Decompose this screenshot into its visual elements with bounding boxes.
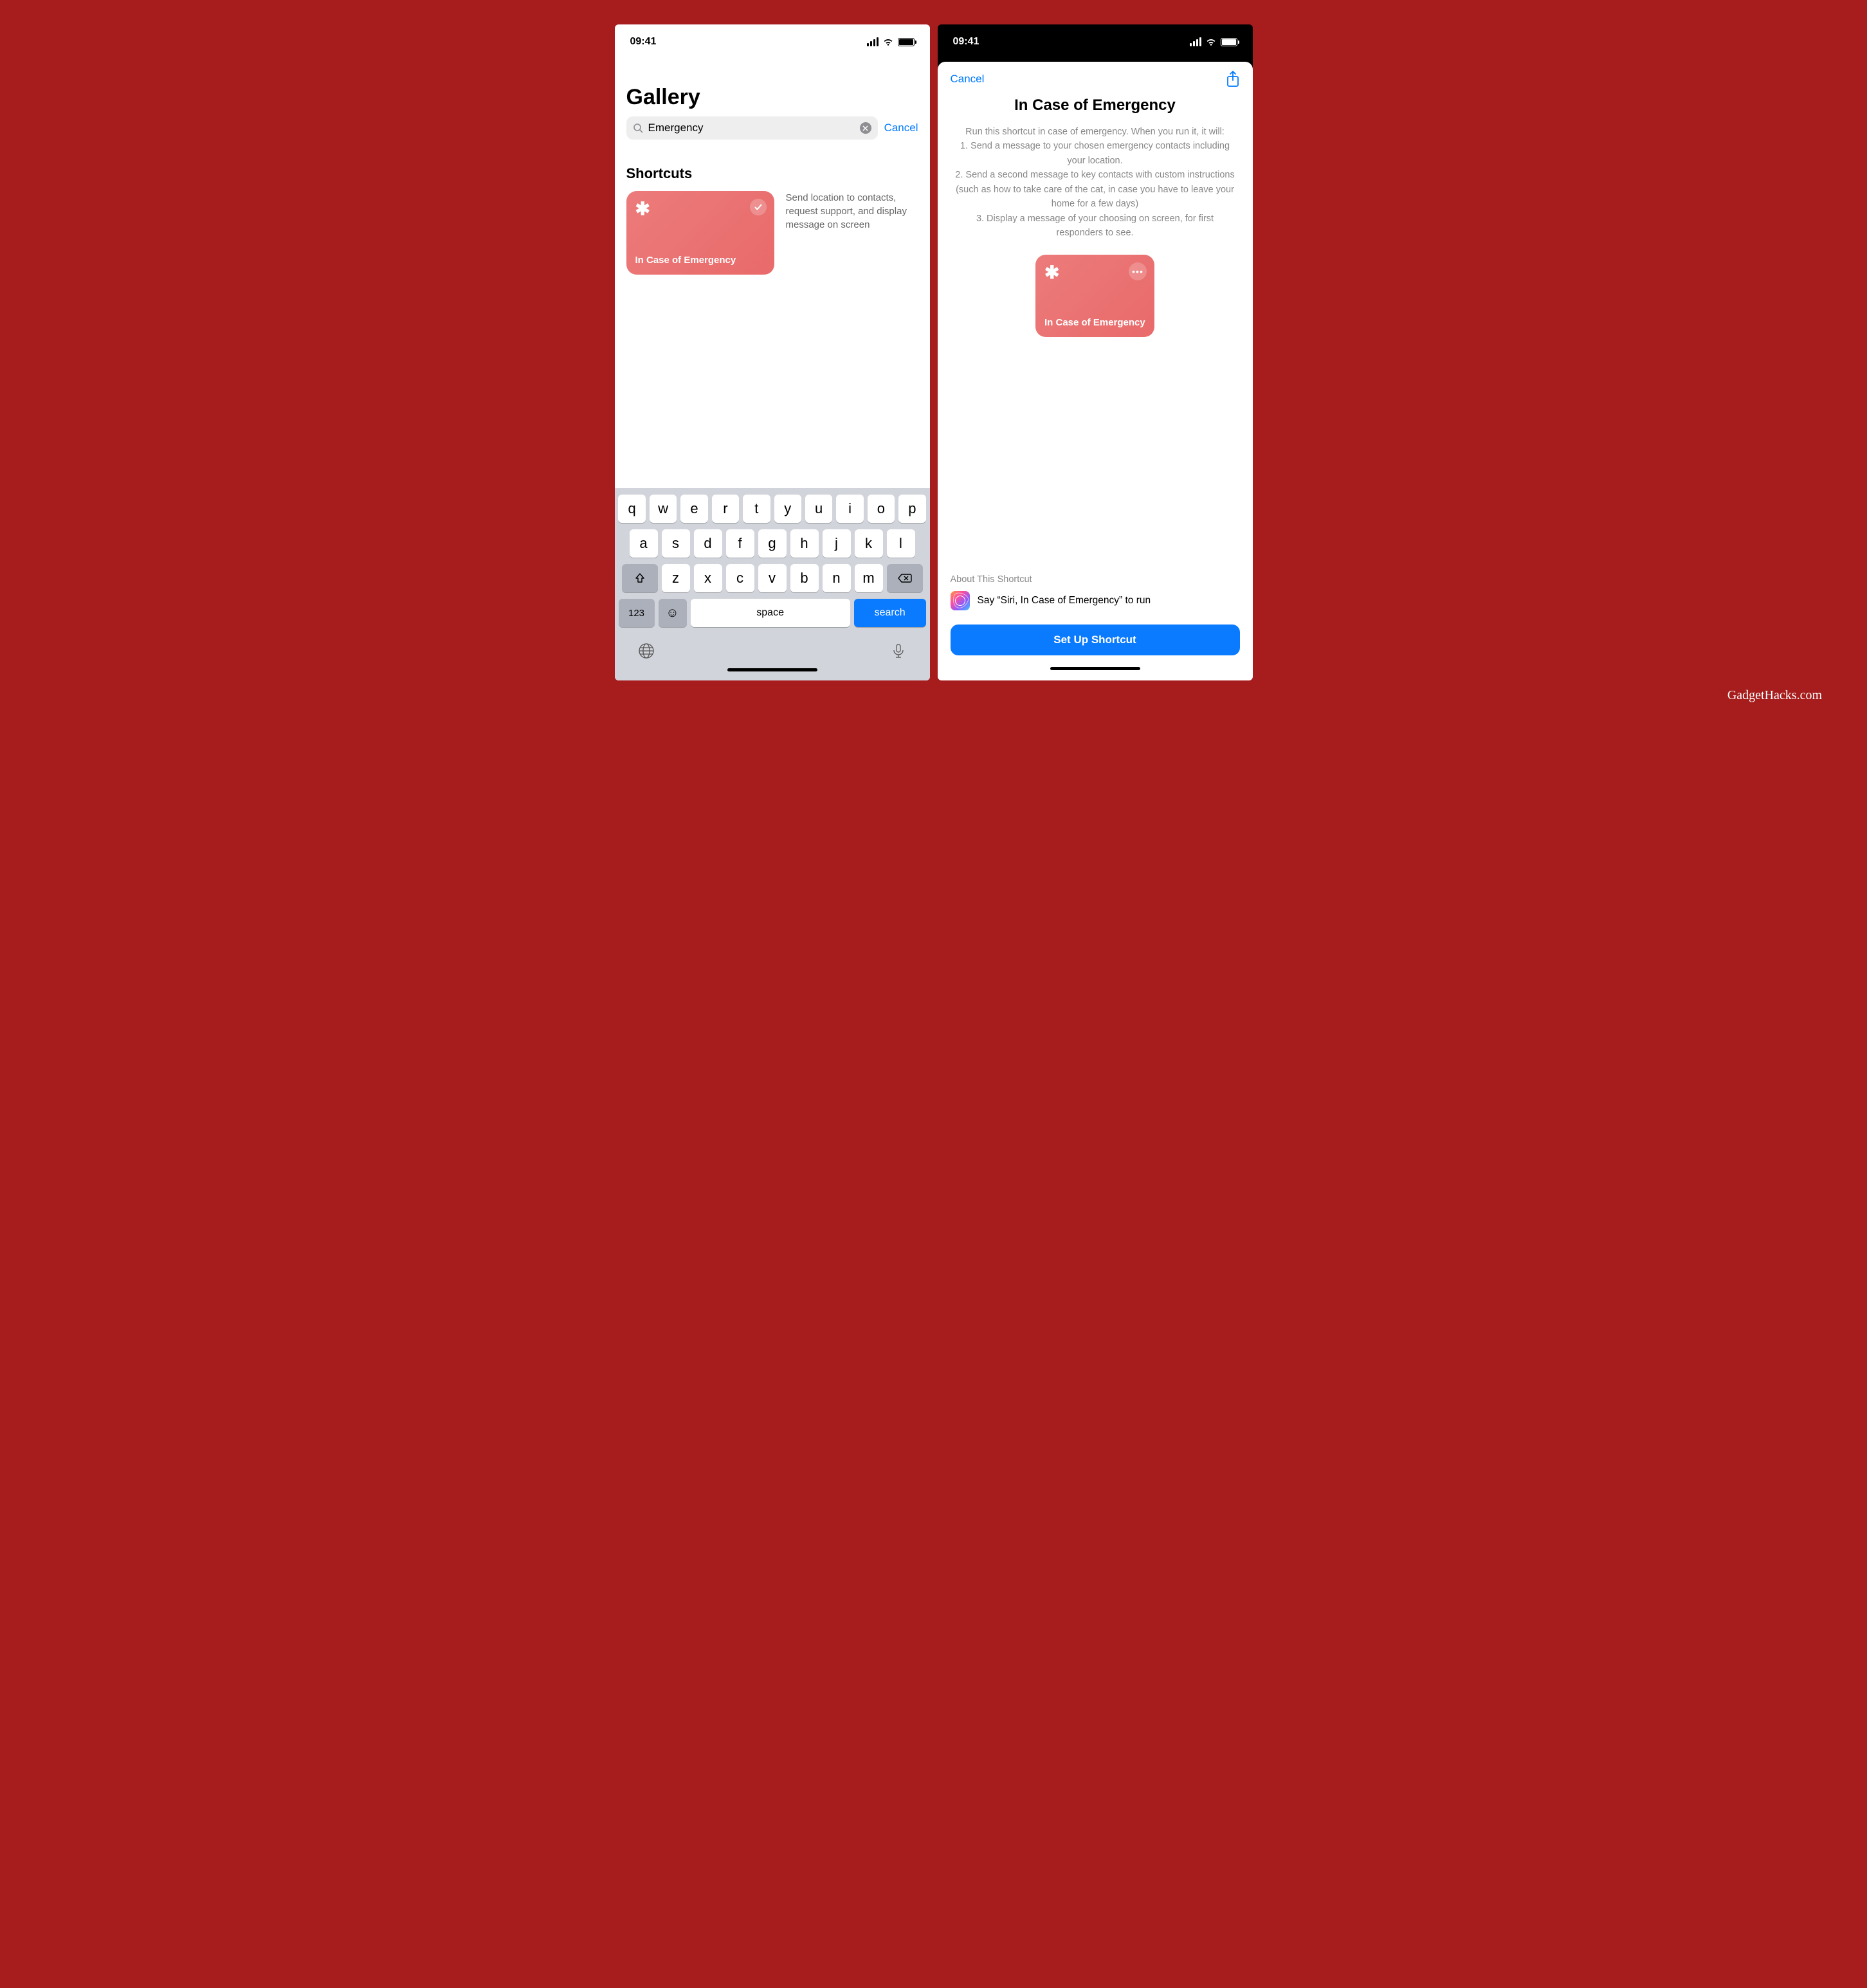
- key-a[interactable]: a: [630, 529, 658, 558]
- key-o[interactable]: o: [868, 495, 895, 523]
- battery-icon: [898, 38, 915, 46]
- search-field[interactable]: [648, 122, 855, 134]
- more-icon[interactable]: •••: [1129, 262, 1147, 280]
- key-p[interactable]: p: [898, 495, 925, 523]
- key-i[interactable]: i: [836, 495, 863, 523]
- key-u[interactable]: u: [805, 495, 832, 523]
- shortcut-description: Send location to contacts, request suppo…: [786, 191, 918, 232]
- battery-icon: [1221, 38, 1237, 46]
- key-k[interactable]: k: [855, 529, 883, 558]
- key-g[interactable]: g: [758, 529, 787, 558]
- key-m[interactable]: m: [855, 564, 883, 592]
- key-q[interactable]: q: [618, 495, 645, 523]
- shift-key[interactable]: [622, 564, 658, 592]
- shortcut-tile[interactable]: ✱ ••• In Case of Emergency: [1035, 255, 1154, 337]
- key-f[interactable]: f: [726, 529, 754, 558]
- key-x[interactable]: x: [694, 564, 722, 592]
- key-c[interactable]: c: [726, 564, 754, 592]
- share-icon[interactable]: [1226, 71, 1240, 87]
- status-time: 09:41: [630, 36, 657, 48]
- wifi-icon: [1205, 37, 1217, 46]
- key-n[interactable]: n: [823, 564, 851, 592]
- clear-search-button[interactable]: [860, 122, 871, 134]
- section-header: Shortcuts: [626, 165, 918, 182]
- shortcut-tile[interactable]: ✱ In Case of Emergency: [626, 191, 774, 275]
- emoji-key[interactable]: ☺: [659, 599, 687, 627]
- siri-hint: Say “Siri, In Case of Emergency” to run: [951, 591, 1240, 610]
- shortcut-title: In Case of Emergency: [951, 96, 1240, 114]
- cellular-icon: [867, 37, 879, 46]
- key-l[interactable]: l: [887, 529, 915, 558]
- shortcut-description: Run this shortcut in case of emergency. …: [951, 125, 1240, 241]
- phone-gallery: 09:41 Gallery Cancel Shortcuts ✱: [615, 24, 930, 680]
- key-s[interactable]: s: [662, 529, 690, 558]
- status-time: 09:41: [953, 36, 979, 48]
- wifi-icon: [882, 37, 894, 46]
- watermark: GadgetHacks.com: [24, 680, 1843, 703]
- key-t[interactable]: t: [743, 495, 770, 523]
- page-title: Gallery: [626, 85, 918, 110]
- cancel-search-button[interactable]: Cancel: [884, 122, 918, 134]
- search-input[interactable]: [626, 116, 878, 140]
- key-h[interactable]: h: [790, 529, 819, 558]
- siri-icon: [951, 591, 970, 610]
- tile-label: In Case of Emergency: [1044, 317, 1145, 328]
- key-z[interactable]: z: [662, 564, 690, 592]
- key-r[interactable]: r: [712, 495, 739, 523]
- asterisk-icon: ✱: [635, 200, 765, 218]
- key-j[interactable]: j: [823, 529, 851, 558]
- setup-shortcut-button[interactable]: Set Up Shortcut: [951, 625, 1240, 655]
- key-w[interactable]: w: [650, 495, 677, 523]
- home-indicator[interactable]: [727, 668, 817, 671]
- cancel-button[interactable]: Cancel: [951, 73, 985, 86]
- globe-icon[interactable]: [638, 643, 655, 659]
- tile-label: In Case of Emergency: [635, 255, 765, 266]
- space-key[interactable]: space: [691, 599, 850, 627]
- about-header: About This Shortcut: [951, 574, 1240, 585]
- search-key[interactable]: search: [854, 599, 926, 627]
- backspace-key[interactable]: [887, 564, 923, 592]
- key-e[interactable]: e: [680, 495, 707, 523]
- checkmark-icon: [750, 199, 767, 215]
- number-key[interactable]: 123: [619, 599, 655, 627]
- home-indicator[interactable]: [1050, 667, 1140, 670]
- key-v[interactable]: v: [758, 564, 787, 592]
- key-d[interactable]: d: [694, 529, 722, 558]
- search-icon: [633, 123, 643, 133]
- cellular-icon: [1190, 37, 1201, 46]
- status-bar: 09:41: [615, 24, 930, 53]
- key-b[interactable]: b: [790, 564, 819, 592]
- phone-detail: 09:41 Cancel In Case of Emergency Run th…: [938, 24, 1253, 680]
- key-y[interactable]: y: [774, 495, 801, 523]
- mic-icon[interactable]: [890, 643, 907, 659]
- keyboard[interactable]: qwertyuiop asdfghjkl zxcvbnm 123 ☺ space…: [615, 488, 930, 680]
